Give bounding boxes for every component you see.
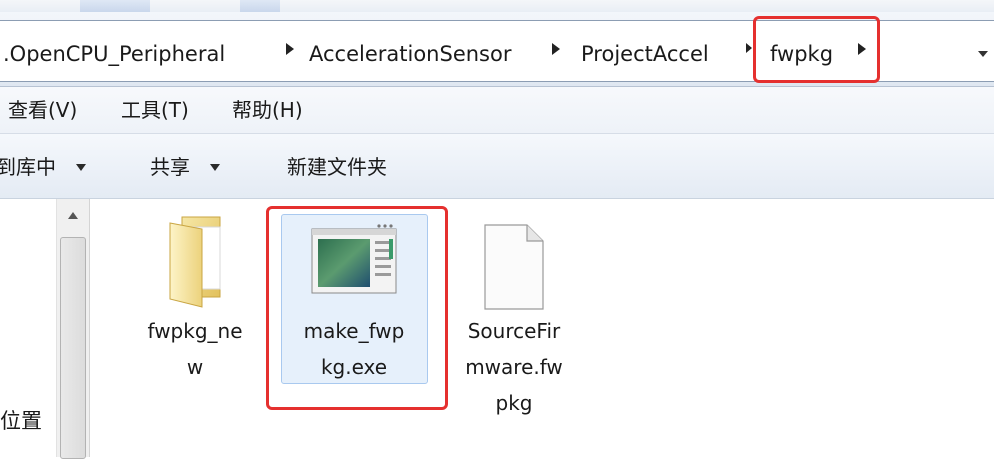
scroll-up-icon[interactable] <box>68 212 78 219</box>
new-folder-button[interactable]: 新建文件夹 <box>287 154 387 180</box>
file-label: fwpkg_ne <box>147 319 243 343</box>
nav-item-location[interactable]: 位置 <box>0 407 42 435</box>
menu-bar: 查看(V) 工具(T) 帮助(H) <box>0 87 994 134</box>
top-strip-highlight <box>240 0 280 12</box>
include-in-library-button[interactable]: 到库中 <box>0 154 56 180</box>
file-label: SourceFir <box>467 319 561 343</box>
file-item-sourcefirmware-fwpkg[interactable]: SourceFir mware.fw pkg <box>452 223 576 421</box>
breadcrumb-opencpu-peripheral[interactable]: .OpenCPU_Peripheral <box>3 42 225 66</box>
content-area: 位置 fwpkg_ne w make_fwp kg.exe SourceFir … <box>0 199 994 459</box>
chevron-down-icon[interactable] <box>210 164 220 171</box>
breadcrumb-acceleration-sensor[interactable]: AccelerationSensor <box>309 42 511 66</box>
breadcrumb-project-accel[interactable]: ProjectAccel <box>581 42 709 66</box>
breadcrumb-separator-icon[interactable] <box>286 43 294 55</box>
highlight-box-fwpkg <box>753 16 880 83</box>
menu-view[interactable]: 查看(V) <box>8 97 77 123</box>
file-item-fwpkg-new[interactable]: fwpkg_ne w <box>130 213 260 385</box>
file-label: mware.fw <box>465 355 563 379</box>
breadcrumb-separator-icon[interactable] <box>552 43 560 55</box>
menu-tools[interactable]: 工具(T) <box>121 97 189 123</box>
address-history-dropdown-icon[interactable] <box>978 51 988 57</box>
top-strip-highlight <box>80 0 150 12</box>
scroll-thumb[interactable] <box>60 237 86 459</box>
window-top-strip <box>0 0 994 12</box>
menu-help[interactable]: 帮助(H) <box>232 97 303 123</box>
share-button[interactable]: 共享 <box>150 154 190 180</box>
chevron-down-icon[interactable] <box>76 164 86 171</box>
navigation-pane: 位置 <box>0 199 57 457</box>
nav-scrollbar[interactable] <box>56 199 90 459</box>
file-label: w <box>186 355 204 379</box>
highlight-box-make-fwpkg <box>266 206 448 410</box>
document-icon <box>484 224 544 310</box>
folder-icon <box>169 216 221 308</box>
breadcrumb-separator-icon[interactable] <box>746 43 752 53</box>
command-toolbar: 到库中 共享 新建文件夹 <box>0 134 994 199</box>
file-label: pkg <box>495 391 533 415</box>
